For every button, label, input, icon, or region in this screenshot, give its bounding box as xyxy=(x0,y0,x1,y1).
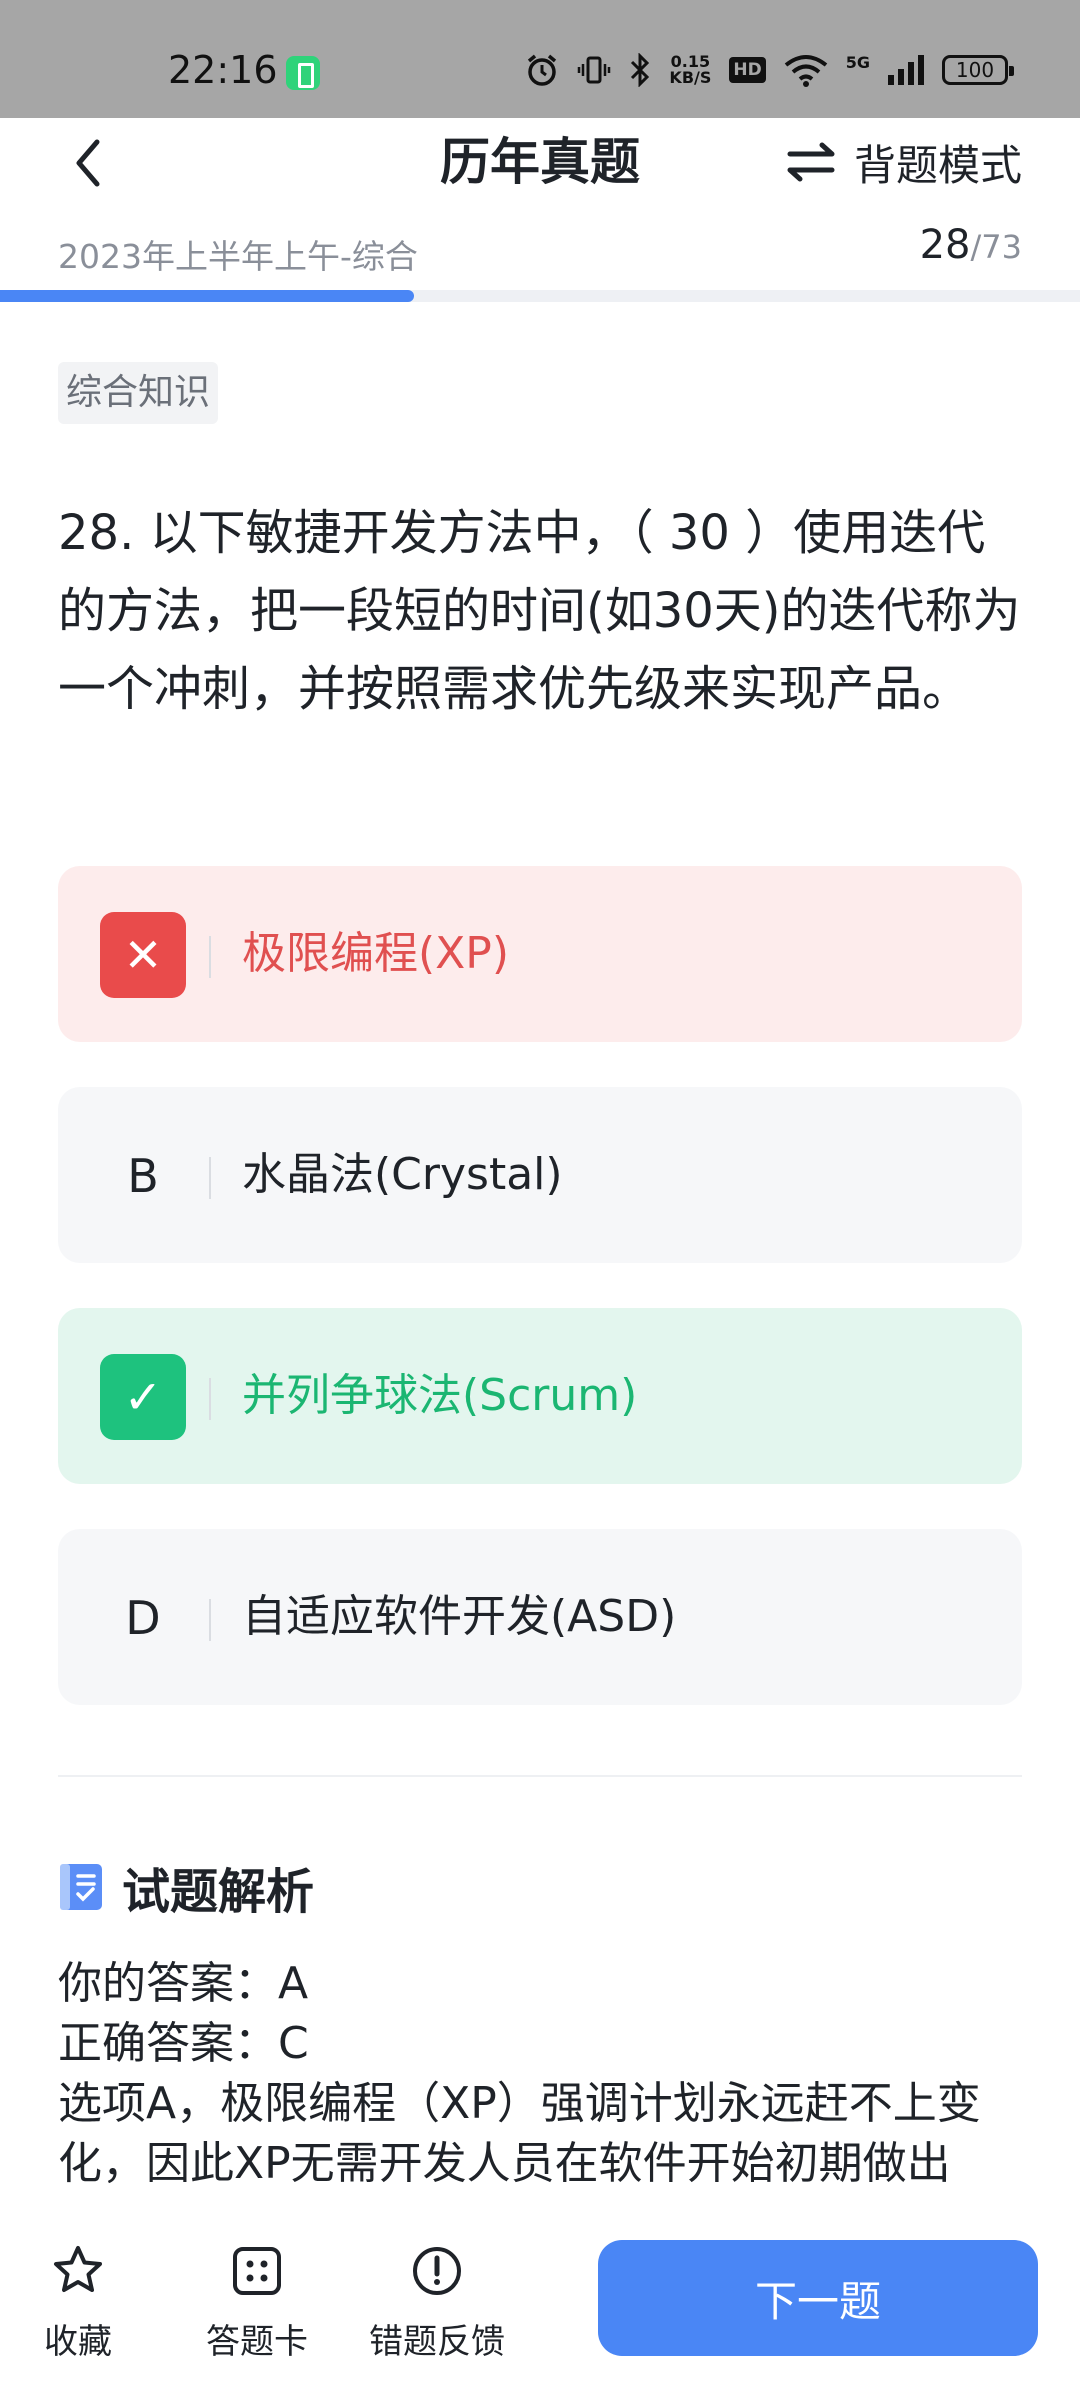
option-text: 自适应软件开发(ASD) xyxy=(242,1591,677,1642)
correct-answer: 正确答案：C xyxy=(58,2018,309,2069)
hd-icon: HD xyxy=(729,57,766,83)
progress-bar xyxy=(0,290,1080,302)
option-divider xyxy=(209,1157,211,1199)
favorite-button[interactable]: 收藏 xyxy=(3,2242,153,2363)
battery-saver-icon xyxy=(286,56,320,90)
status-icons: 0.15 KB/S HD 5G 100 xyxy=(525,50,1014,90)
option-divider xyxy=(209,1378,211,1420)
feedback-label: 错题反馈 xyxy=(369,2322,505,2362)
answer-card-button[interactable]: 答题卡 xyxy=(182,2242,332,2363)
next-question-button[interactable]: 下一题 xyxy=(598,2240,1038,2356)
alarm-icon xyxy=(528,54,557,86)
analysis-header: 试题解析 xyxy=(58,1852,314,1922)
bluetooth-icon xyxy=(631,53,650,87)
vibrate-icon xyxy=(578,56,611,84)
book-icon xyxy=(60,1864,102,1910)
check-icon: ✓ xyxy=(100,1354,186,1440)
option-letter: D xyxy=(125,1591,161,1645)
star-icon xyxy=(3,2242,153,2300)
sub-header: 2023年上半年上午-综合 28/73 xyxy=(58,222,1022,282)
total-questions: /73 xyxy=(970,228,1023,266)
current-question-number: 28 xyxy=(919,222,971,268)
battery-icon: 100 xyxy=(942,55,1014,85)
option-letter: B xyxy=(127,1149,159,1203)
your-answer: 你的答案：A xyxy=(58,1958,309,2009)
answer-card-label: 答题卡 xyxy=(206,2322,308,2362)
wifi-icon xyxy=(784,55,827,87)
option-divider xyxy=(209,936,211,978)
mode-label: 背题模式 xyxy=(853,140,1022,190)
status-bar: 22:16 0.15 KB/S HD 5G 100 xyxy=(0,0,1080,118)
exam-name: 2023年上半年上午-综合 xyxy=(58,237,418,276)
progress-fill xyxy=(0,290,415,302)
option-b[interactable]: B 水晶法(Crystal) xyxy=(58,1087,1022,1263)
option-text: 极限编程(XP) xyxy=(242,928,510,979)
option-divider xyxy=(209,1599,211,1641)
question-text: 28. 以下敏捷开发方法中，（ 30 ）使用迭代的方法，把一段短的时间(如30天… xyxy=(58,505,1021,717)
wrong-icon: ✕ xyxy=(100,912,186,998)
option-text: 水晶法(Crystal) xyxy=(242,1149,563,1200)
network-speed: 0.15 KB/S xyxy=(669,52,712,87)
category-tag: 综合知识 xyxy=(58,362,219,424)
favorite-label: 收藏 xyxy=(44,2322,112,2362)
status-time: 22:16 xyxy=(168,48,278,92)
option-a[interactable]: ✕ 极限编程(XP) xyxy=(58,866,1022,1042)
analysis-title: 试题解析 xyxy=(122,1864,315,1920)
mode-switch-button[interactable]: 背题模式 xyxy=(786,122,1022,202)
bottom-bar: 收藏 答题卡 错题反馈 下一题 xyxy=(0,2200,1080,2400)
progress-count: 28/73 xyxy=(920,222,1022,268)
option-text: 并列争球法(Scrum) xyxy=(242,1370,638,1421)
option-d[interactable]: D 自适应软件开发(ASD) xyxy=(58,1529,1022,1705)
section-divider xyxy=(58,1775,1022,1777)
network-type: 5G xyxy=(845,52,870,72)
signal-icon xyxy=(888,55,924,85)
option-c[interactable]: ✓ 并列争球法(Scrum) xyxy=(58,1308,1022,1484)
swap-icon xyxy=(787,142,835,182)
answer-card-icon xyxy=(182,2242,332,2300)
header: 历年真题 背题模式 xyxy=(0,118,1080,228)
analysis-explanation: 选项A，极限编程（XP）强调计划永远赶不上变化，因此XP无需开发人员在软件开始初… xyxy=(58,2078,981,2189)
feedback-button[interactable]: 错题反馈 xyxy=(362,2242,512,2363)
alert-icon xyxy=(362,2242,512,2300)
analysis-body: 你的答案：A 正确答案：C 选项A，极限编程（XP）强调计划永远赶不上变化，因此… xyxy=(58,1954,1030,2194)
